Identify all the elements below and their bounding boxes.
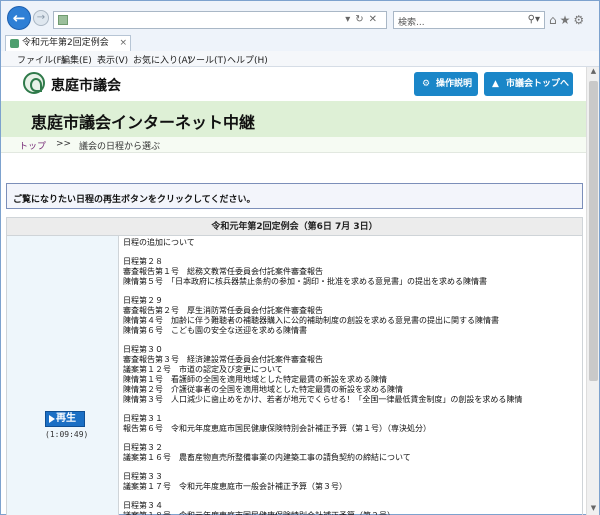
council-top-button[interactable]: ▲ 市議会トップへ	[484, 72, 573, 96]
agenda-line: 陳情第４号 加齢に伴う難聴者の補聴器購入に公的補助制度の創設を求める意見書の提出…	[123, 316, 499, 325]
agenda-block: 日程第３１ 報告第６号 令和元年度恵庭市国民健康保険特別会計補正予算（第１号）（専…	[123, 414, 581, 434]
agenda-line: 陳情第２号 介護従事者の全国を適用地域とした特定最賃の新設を求める陳情	[123, 385, 403, 394]
page-content: 恵庭市議会 ⚙ 操作説明 ▲ 市議会トップへ 恵庭市議会インターネット中継 トッ…	[1, 67, 586, 515]
agenda-line: 審査報告第２号 厚生消防常任委員会付託案件審査報告	[123, 306, 323, 315]
agenda-line: 日程第３３	[123, 472, 163, 481]
agenda-line: 報告第６号 令和元年度恵庭市国民健康保険特別会計補正予算（第１号）（専決処分）	[123, 424, 431, 433]
search-input[interactable]: 検索... ⚲▾	[393, 11, 545, 29]
tab-bar: 令和元年第2回定例会（第... ×	[1, 35, 599, 63]
tab-close-icon[interactable]: ×	[119, 36, 127, 51]
scroll-up-arrow-icon[interactable]: ▲	[587, 67, 600, 79]
title-band: 恵庭市議会インターネット中継	[1, 101, 586, 137]
play-button[interactable]: 再生	[45, 411, 85, 427]
agenda-line: 陳情第１号 看護師の全国を適用地域とした特定最賃の新設を求める陳情	[123, 375, 387, 384]
instruction-text: ご覧になりたい日程の再生ボタンをクリックしてください。	[13, 195, 256, 205]
agenda-line: 日程第３４	[123, 501, 163, 510]
agenda-block: 日程第３２ 議案第１６号 農畜産物直売所整備事業の内建築工事の請負契約の締結につい…	[123, 443, 581, 463]
play-cell: 再生 (1:09:49)	[7, 236, 119, 515]
video-duration: (1:09:49)	[45, 430, 89, 439]
agenda-block: 日程第３０ 審査報告第３号 経済建設常任委員会付託案件審査報告 議案第１２号 市道の…	[123, 345, 581, 405]
page-title: 恵庭市議会インターネット中継	[31, 113, 256, 132]
site-logo-text[interactable]: 恵庭市議会	[51, 75, 121, 95]
agenda-line: 議案第１８号 令和元年度恵庭市国民健康保険特別会計補正予算（第２号）	[123, 511, 581, 515]
agenda-line: 日程の追加について	[123, 238, 195, 247]
search-placeholder: 検索...	[398, 18, 425, 28]
vertical-scrollbar[interactable]: ▲ ▼	[586, 67, 599, 515]
agenda-line: 日程第３０	[123, 345, 163, 354]
agenda-line: 陳情第５号 「日本政府に核兵器禁止条約の参加・調印・批准を求める意見書」の提出を…	[123, 277, 487, 286]
browser-window: ← → ▾↻✕ 検索... ⚲▾ ⌂★⚙ 令和元年第2回定例会（第... × フ…	[0, 0, 600, 515]
breadcrumb-current: 議会の日程から選ぶ	[79, 142, 161, 152]
address-toolbar: ← → ▾↻✕ 検索... ⚲▾ ⌂★⚙	[1, 1, 599, 35]
help-button-label: 操作説明	[436, 79, 473, 89]
menu-favorites[interactable]: お気に入り(A)	[133, 53, 191, 66]
toolbar-icons[interactable]: ⌂★⚙	[549, 13, 587, 27]
scroll-down-arrow-icon[interactable]: ▼	[587, 504, 600, 515]
agenda-block: 日程第３４議案第１８号 令和元年度恵庭市国民健康保険特別会計補正予算（第２号）	[123, 501, 581, 515]
agenda-line: 日程第３１	[123, 414, 163, 423]
search-icon[interactable]: ⚲▾	[528, 14, 540, 25]
council-top-button-label: 市議会トップへ	[506, 79, 570, 89]
agenda-line: 陳情第６号 こども園の安全な送迎を求める陳情書	[123, 326, 307, 335]
browser-tab[interactable]: 令和元年第2回定例会（第... ×	[5, 35, 131, 63]
gear-icon: ⚙	[422, 79, 431, 89]
menu-help[interactable]: ヘルプ(H)	[227, 53, 268, 66]
building-icon: ▲	[492, 79, 499, 89]
session-header: 令和元年第2回定例会（第6日 7月 3日）	[7, 218, 582, 236]
agenda-list: 日程の追加について 日程第２８ 審査報告第１号 総務文教常任委員会付託案件審査報告陳…	[123, 238, 581, 515]
site-header: 恵庭市議会 ⚙ 操作説明 ▲ 市議会トップへ	[1, 67, 586, 101]
agenda-line: 議案第１６号 農畜産物直売所整備事業の内建築工事の請負契約の締結について	[123, 453, 411, 462]
menu-tools[interactable]: ツール(T)	[187, 53, 227, 66]
agenda-line: 日程第３２	[123, 443, 163, 452]
instruction-box: ご覧になりたい日程の再生ボタンをクリックしてください。	[6, 183, 583, 209]
agenda-line: 陳情第３号 人口減少に歯止めをかけ、若者が地元でくらせる！「全国一律最低賃金制度…	[123, 395, 523, 404]
play-button-label: 再生	[56, 413, 76, 424]
back-arrow-icon[interactable]: ←	[7, 6, 31, 30]
breadcrumb-separator: >>	[56, 139, 72, 149]
help-button[interactable]: ⚙ 操作説明	[414, 72, 478, 96]
site-favicon-icon	[58, 15, 68, 25]
agenda-block: 日程第２８ 審査報告第１号 総務文教常任委員会付託案件審査報告 陳情第５号 「日本政…	[123, 257, 581, 287]
menu-file[interactable]: ファイル(F)	[17, 53, 65, 66]
agenda-line: 審査報告第１号 総務文教常任委員会付託案件審査報告	[123, 267, 323, 276]
forward-arrow-icon[interactable]: →	[33, 10, 49, 26]
agenda-line: 議案第１７号 令和元年度恵庭市一般会計補正予算（第３号）	[123, 482, 347, 491]
agenda-block: 日程第３３ 議案第１７号 令和元年度恵庭市一般会計補正予算（第３号）	[123, 472, 581, 492]
menu-view[interactable]: 表示(V)	[97, 53, 128, 66]
agenda-block: 日程第２９ 審査報告第２号 厚生消防常任委員会付託案件審査報告 陳情第４号 加齢に伴…	[123, 296, 581, 336]
tab-favicon-icon	[10, 39, 19, 48]
agenda-line: 日程第２８	[123, 257, 163, 266]
agenda-line: 日程第２９	[123, 296, 163, 305]
city-emblem-icon	[23, 72, 45, 94]
menu-bar: ファイル(F) 編集(E) 表示(V) お気に入り(A) ツール(T) ヘルプ(…	[1, 51, 599, 67]
address-bar[interactable]: ▾↻✕	[53, 11, 387, 29]
address-bar-icons[interactable]: ▾↻✕	[345, 14, 382, 25]
breadcrumb: トップ >> 議会の日程から選ぶ	[1, 137, 586, 153]
agenda-block: 日程の追加について	[123, 238, 581, 248]
session-table: 令和元年第2回定例会（第6日 7月 3日） 再生 (1:09:49) 日程の追加…	[6, 217, 583, 515]
menu-edit[interactable]: 編集(E)	[61, 53, 92, 66]
scrollbar-thumb[interactable]	[589, 81, 598, 381]
agenda-line: 議案第１２号 市道の認定及び変更について	[123, 365, 283, 374]
agenda-line: 審査報告第３号 経済建設常任委員会付託案件審査報告	[123, 355, 323, 364]
breadcrumb-home-link[interactable]: トップ	[19, 139, 46, 152]
